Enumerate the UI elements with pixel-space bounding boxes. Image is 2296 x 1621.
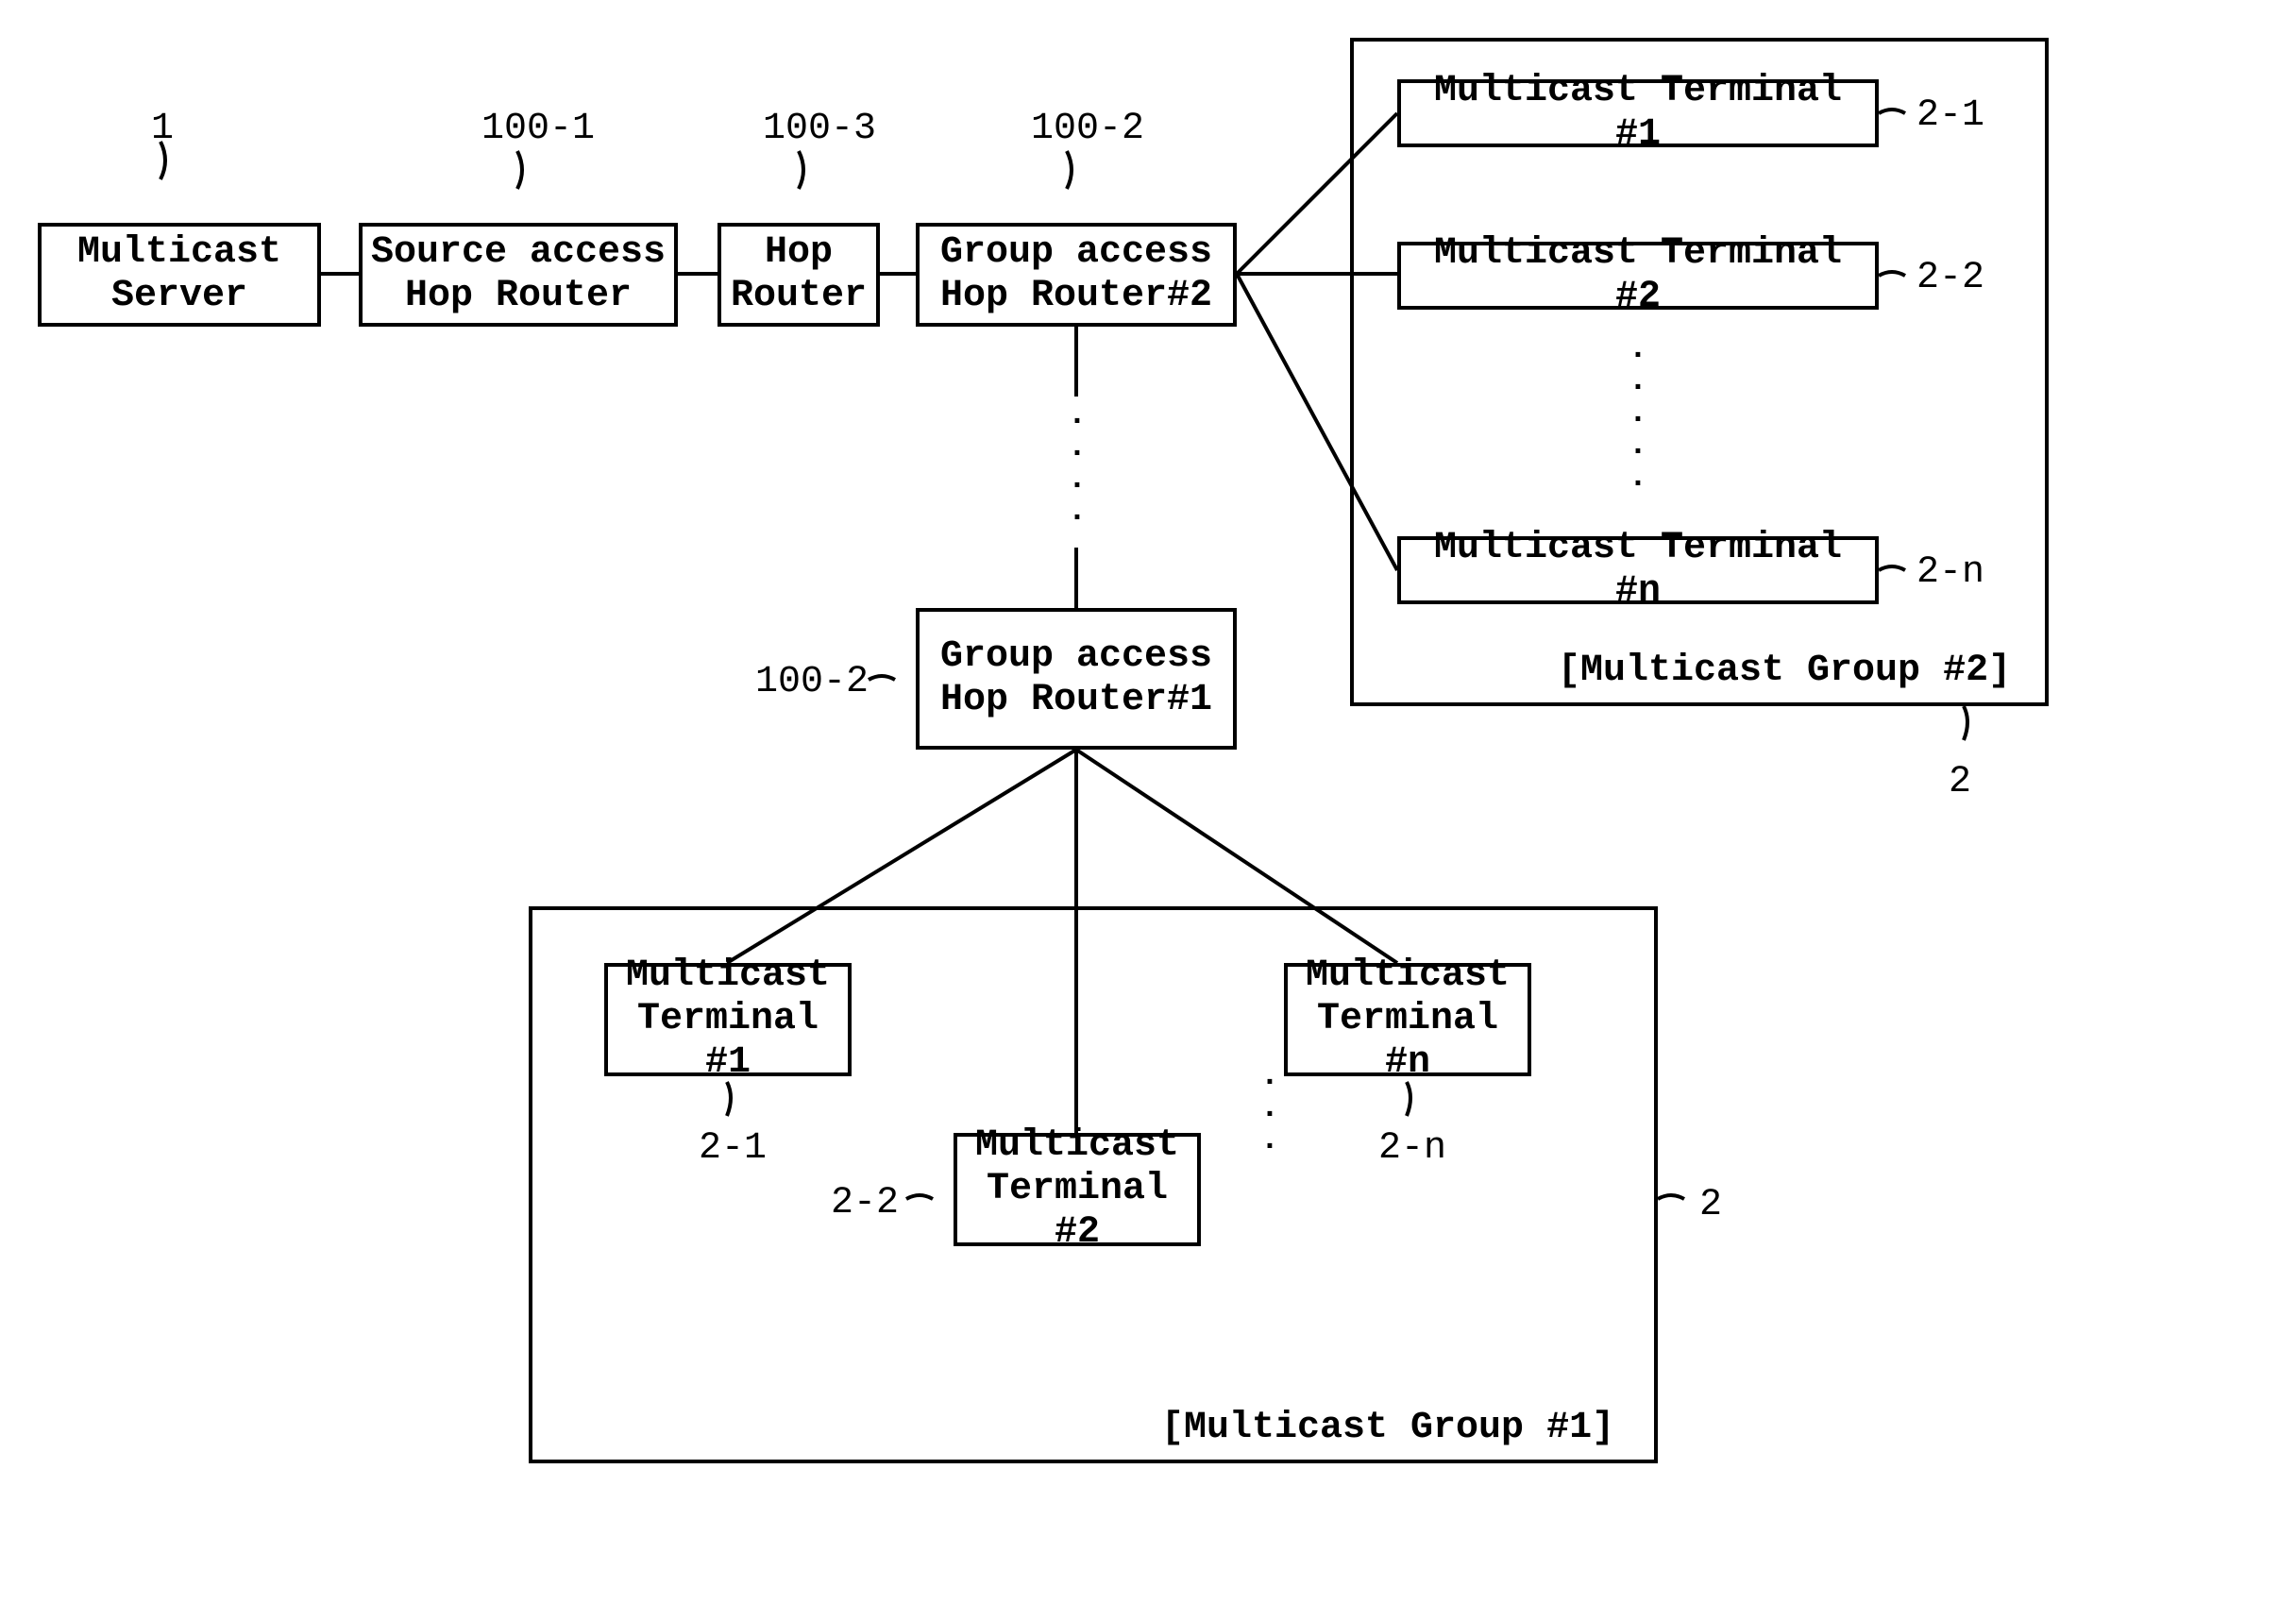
group1-label: [Multicast Group #1]	[1161, 1407, 1614, 1449]
g2-terminal-2: Multicast Terminal #2	[1397, 242, 1879, 310]
g1-terminal-2-ref: 2-2	[831, 1182, 899, 1224]
multicast-server-node: Multicast Server	[38, 223, 321, 327]
group-access-router-2-ref: 100-2	[1031, 108, 1144, 150]
g1-terminal-1: Multicast Terminal #1	[604, 963, 852, 1076]
g1-terminal-n-ref: 2-n	[1378, 1127, 1446, 1170]
hop-router-node: Hop Router	[718, 223, 880, 327]
g2-terminal-n-ref: 2-n	[1916, 551, 1984, 594]
router-chain-dots: ····	[1063, 406, 1091, 534]
group1-ref: 2	[1699, 1184, 1722, 1226]
g2-terminal-1-ref: 2-1	[1916, 94, 1984, 137]
group-access-router-1-ref: 100-2	[755, 661, 869, 703]
g1-terminal-dots: ···	[1256, 1067, 1284, 1163]
g1-terminal-2: Multicast Terminal #2	[954, 1133, 1201, 1246]
g2-terminal-2-ref: 2-2	[1916, 257, 1984, 299]
source-access-router-ref: 100-1	[481, 108, 595, 150]
source-access-router-node: Source access Hop Router	[359, 223, 678, 327]
g2-terminal-1: Multicast Terminal #1	[1397, 79, 1879, 147]
group2-label: [Multicast Group #2]	[1558, 650, 2011, 692]
multicast-server-ref: 1	[151, 108, 174, 150]
g2-terminal-dots: ·····	[1624, 340, 1652, 500]
group-access-router-2-node: Group access Hop Router#2	[916, 223, 1237, 327]
hop-router-ref: 100-3	[763, 108, 876, 150]
g1-terminal-n: Multicast Terminal #n	[1284, 963, 1531, 1076]
group-access-router-1-node: Group access Hop Router#1	[916, 608, 1237, 750]
group2-ref: 2	[1949, 761, 1971, 803]
g1-terminal-1-ref: 2-1	[699, 1127, 767, 1170]
g2-terminal-n: Multicast Terminal #n	[1397, 536, 1879, 604]
